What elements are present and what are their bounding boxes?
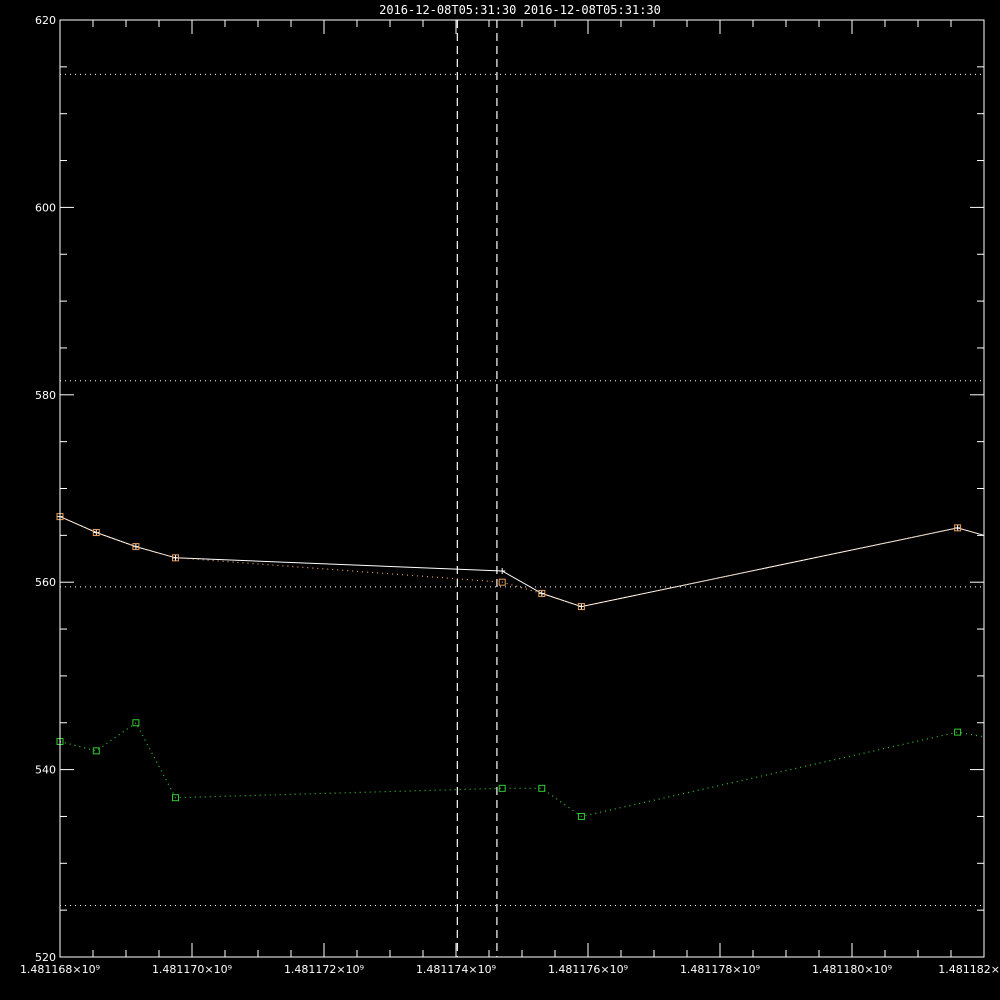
y-tick-label: 620 [35, 14, 56, 27]
data-point [954, 728, 962, 736]
x-tick-label: 1.481180×10⁹ [812, 963, 892, 976]
x-tick-label: 1.481178×10⁹ [680, 963, 760, 976]
x-tick-label: 1.481172×10⁹ [284, 963, 364, 976]
series-line [59, 516, 985, 608]
y-tick-label: 560 [35, 576, 56, 589]
chart-title: 2016-12-08T05:31:30 2016-12-08T05:31:30 [379, 3, 661, 17]
series-2 [56, 719, 985, 820]
data-point [132, 543, 139, 550]
x-tick-label: 1.481176×10⁹ [548, 963, 628, 976]
series-1 [56, 513, 985, 611]
x-tick-label: 1.481168×10⁹ [20, 963, 100, 976]
y-tick-label: 580 [35, 389, 56, 402]
series-0 [57, 513, 985, 610]
data-point [538, 590, 545, 597]
y-tick-label: 540 [35, 764, 56, 777]
data-point [93, 529, 100, 536]
plot-frame [59, 19, 985, 958]
x-tick-label: 1.481182× [938, 963, 1000, 976]
series-line [59, 721, 985, 818]
axes: 5205405605806006201.481168×10⁹ 1.481170×1… [20, 14, 1000, 976]
reference-lines [60, 73, 984, 906]
chart: 5205405605806006201.481168×10⁹ 1.481170×1… [20, 3, 1000, 976]
vertical-markers [456, 20, 498, 957]
data-point [132, 719, 140, 727]
data-point [172, 554, 179, 561]
data-point [499, 567, 506, 574]
x-tick-label: 1.481170×10⁹ [152, 963, 232, 976]
y-tick-label: 600 [35, 201, 56, 214]
series-layer [56, 513, 985, 820]
x-tick-label: 1.481174×10⁹ [416, 963, 496, 976]
series-line [59, 516, 985, 608]
